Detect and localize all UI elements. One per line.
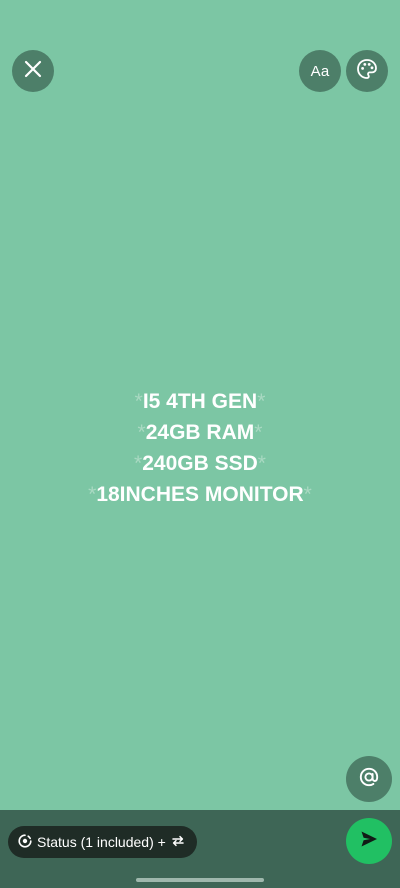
audience-label: Status (1 included) + [37,834,166,850]
mention-button[interactable] [346,756,392,802]
send-icon [359,829,379,854]
status-line: *24GB RAM* [137,421,263,444]
status-line: *18INCHES MONITOR* [88,483,312,506]
status-composer-screen: Aa *I5 4TH GEN* *24GB RAM* *240GB SSD* *… [0,0,400,888]
palette-icon [356,58,378,85]
close-button[interactable] [12,50,54,92]
font-style-label: Aa [310,62,330,80]
status-text-content[interactable]: *I5 4TH GEN* *24GB RAM* *240GB SSD* *18I… [0,386,400,510]
status-line: *240GB SSD* [134,452,266,475]
repost-icon [171,834,185,851]
status-audience-button[interactable]: Status (1 included) + [8,826,197,858]
color-palette-button[interactable] [346,50,388,92]
navigation-handle[interactable] [136,878,264,882]
at-icon [358,766,380,793]
send-button[interactable] [346,818,392,864]
status-icon [18,833,32,851]
status-line: *I5 4TH GEN* [134,390,266,413]
close-icon [24,60,42,83]
bottom-bar: Status (1 included) + [0,810,400,888]
font-style-button[interactable]: Aa [299,50,341,92]
